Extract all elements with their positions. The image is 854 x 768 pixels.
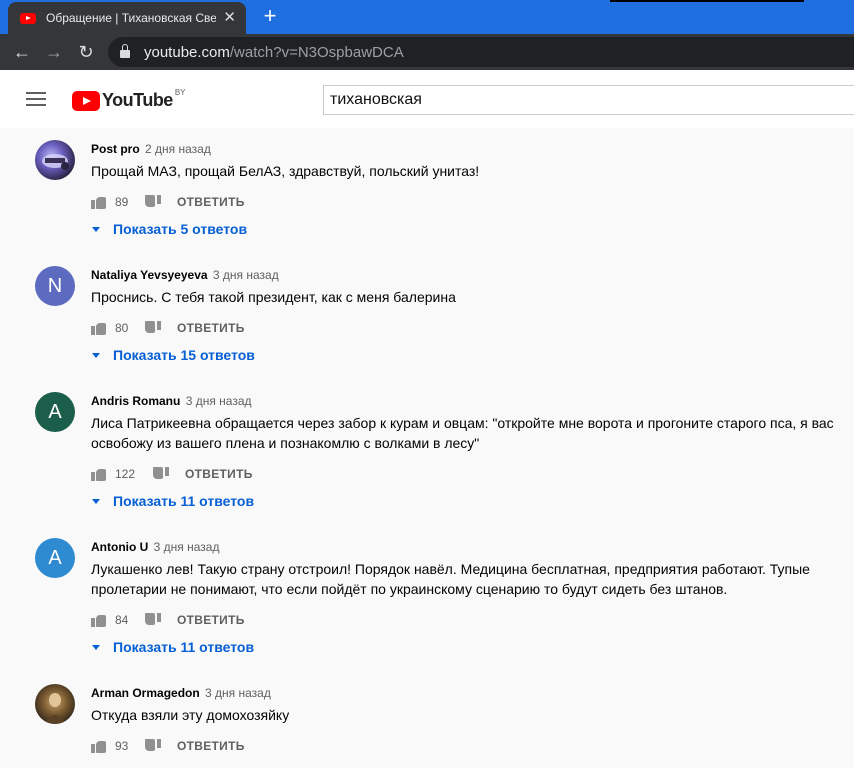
comment-author[interactable]: Andris Romanu — [91, 394, 180, 408]
browser-tabstrip: Обращение | Тихановская Светл ✕ + — [0, 0, 854, 34]
search-input[interactable] — [324, 86, 854, 114]
comment-text-line: Лиса Патрикеевна обращается через забор … — [91, 415, 834, 431]
comment-actions: 93 ОТВЕТИТЬ — [91, 738, 245, 754]
thumbs-down-icon[interactable] — [145, 739, 161, 753]
thumbs-up-icon[interactable] — [91, 467, 107, 481]
view-replies-label: Показать 5 ответов — [113, 221, 248, 237]
avatar[interactable] — [35, 140, 75, 180]
comment-actions: 89 ОТВЕТИТЬ — [91, 194, 245, 210]
tab-close-icon[interactable]: ✕ — [223, 10, 236, 26]
avatar[interactable]: A — [35, 538, 75, 578]
avatar-letter: A — [48, 547, 62, 569]
comment-text: Лиса Патрикеевна обращается через забор … — [91, 413, 851, 453]
logo-wordmark: YouTube — [102, 90, 173, 110]
reply-button[interactable]: ОТВЕТИТЬ — [177, 613, 245, 627]
comment-actions: 122 ОТВЕТИТЬ — [91, 466, 253, 482]
thumbs-down-icon[interactable] — [153, 467, 169, 481]
comment-time[interactable]: 3 дня назад — [205, 686, 271, 700]
reply-button[interactable]: ОТВЕТИТЬ — [185, 467, 253, 481]
caret-down-icon — [92, 644, 100, 650]
comment-text-line: Лукашенко лев! Такую страну отстроил! По… — [91, 561, 810, 577]
address-bar[interactable]: youtube.com/watch?v=N3OspbawDCA — [108, 37, 854, 67]
new-tab-button[interactable]: + — [258, 5, 282, 29]
youtube-logo[interactable]: YouTube BY — [72, 88, 186, 111]
view-replies-label: Показать 11 ответов — [113, 639, 255, 655]
youtube-header: YouTube BY — [0, 70, 854, 128]
reload-icon[interactable]: ↻ — [74, 40, 98, 64]
url-path: /watch?v=N3OspbawDCA — [229, 43, 404, 61]
view-replies-label: Показать 11 ответов — [113, 493, 255, 509]
avatar[interactable]: A — [35, 392, 75, 432]
like-count: 93 — [115, 739, 129, 753]
comment-header: Nataliya Yevsyeyeva 3 дня назад — [91, 268, 279, 282]
thumbs-down-icon[interactable] — [145, 195, 161, 209]
comment-text-line: освобожу из вашего плена и познакомлю с … — [91, 435, 480, 451]
back-arrow-icon[interactable]: ← — [10, 40, 34, 64]
comment-text: Откуда взяли эту домохозяйку — [91, 707, 290, 723]
youtube-favicon-icon — [20, 12, 36, 24]
tab-title: Обращение | Тихановская Светл — [46, 11, 216, 25]
view-replies-button[interactable]: Показать 11 ответов — [92, 493, 254, 509]
comment-header: Antonio U 3 дня назад — [91, 540, 219, 554]
comment-author[interactable]: Antonio U — [91, 540, 148, 554]
comment-author[interactable]: Arman Ormagedon — [91, 686, 200, 700]
comment-actions: 80 ОТВЕТИТЬ — [91, 320, 245, 336]
comment-text: Проснись. С тебя такой президент, как с … — [91, 289, 456, 305]
comment-header: Arman Ormagedon 3 дня назад — [91, 686, 271, 700]
thumbs-down-icon[interactable] — [145, 321, 161, 335]
view-replies-button[interactable]: Показать 15 ответов — [92, 347, 255, 363]
caret-down-icon — [92, 352, 100, 358]
avatar-image — [44, 693, 66, 724]
avatar-letter: A — [48, 401, 62, 423]
thumbs-up-icon[interactable] — [91, 739, 107, 753]
like-count: 84 — [115, 613, 129, 627]
url-text: youtube.com/watch?v=N3OspbawDCA — [144, 44, 404, 61]
view-replies-button[interactable]: Показать 11 ответов — [92, 639, 254, 655]
comment-actions: 84 ОТВЕТИТЬ — [91, 612, 245, 628]
comment-time[interactable]: 3 дня назад — [154, 540, 220, 554]
comment-time[interactable]: 2 дня назад — [145, 142, 211, 156]
window-caption-bar — [610, 0, 804, 2]
comment-author[interactable]: Nataliya Yevsyeyeva — [91, 268, 208, 282]
comment-time[interactable]: 3 дня назад — [213, 268, 279, 282]
browser-toolbar: ← → ↻ youtube.com/watch?v=N3OspbawDCA — [0, 34, 854, 70]
thumbs-up-icon[interactable] — [91, 613, 107, 627]
reply-button[interactable]: ОТВЕТИТЬ — [177, 739, 245, 753]
avatar[interactable] — [35, 684, 75, 724]
url-host: youtube.com — [144, 43, 230, 61]
comment-text: Лукашенко лев! Такую страну отстроил! По… — [91, 559, 851, 599]
like-count: 80 — [115, 321, 129, 335]
view-replies-label: Показать 15 ответов — [113, 347, 255, 363]
menu-icon[interactable] — [26, 92, 46, 106]
reply-button[interactable]: ОТВЕТИТЬ — [177, 195, 245, 209]
comment-time[interactable]: 3 дня назад — [186, 394, 252, 408]
comment-header: Post pro 2 дня назад — [91, 142, 211, 156]
view-replies-button[interactable]: Показать 5 ответов — [92, 221, 247, 237]
logo-country-code: BY — [174, 88, 186, 97]
caret-down-icon — [92, 226, 100, 232]
comment-text: Прощай МАЗ, прощай БелАЗ, здравствуй, по… — [91, 163, 480, 179]
avatar-letter: N — [47, 275, 63, 297]
search-box — [323, 85, 854, 115]
thumbs-down-icon[interactable] — [145, 613, 161, 627]
reply-button[interactable]: ОТВЕТИТЬ — [177, 321, 245, 335]
youtube-play-icon — [72, 90, 100, 111]
thumbs-up-icon[interactable] — [91, 195, 107, 209]
forward-arrow-icon[interactable]: → — [42, 40, 66, 64]
like-count: 89 — [115, 195, 129, 209]
lock-icon[interactable] — [120, 44, 130, 58]
like-count: 122 — [115, 467, 136, 481]
comment-author[interactable]: Post pro — [91, 142, 140, 156]
avatar[interactable]: N — [35, 266, 75, 306]
comment-text-line: пролетарии не понимают, что если пойдёт … — [91, 581, 728, 597]
comment-header: Andris Romanu 3 дня назад — [91, 394, 252, 408]
browser-tab-active[interactable]: Обращение | Тихановская Светл ✕ — [8, 2, 246, 34]
avatar-image — [42, 154, 69, 170]
thumbs-up-icon[interactable] — [91, 321, 107, 335]
caret-down-icon — [92, 498, 100, 504]
